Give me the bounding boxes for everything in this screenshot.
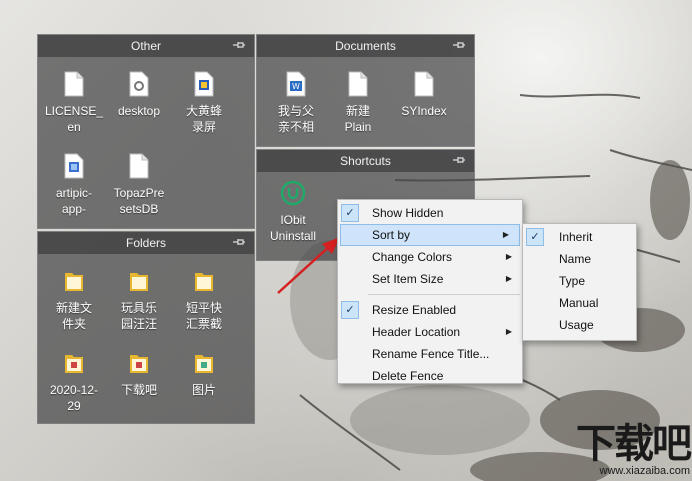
word-document-icon: W xyxy=(286,71,306,97)
submenu-item-inherit[interactable]: ✓ Inherit xyxy=(523,226,636,248)
desktop-item[interactable]: TopazPre setsDB xyxy=(108,153,170,217)
pin-icon[interactable] xyxy=(452,40,466,50)
fence-header[interactable]: Documents xyxy=(257,35,474,57)
menu-item-set-item-size[interactable]: Set Item Size ▶ xyxy=(338,268,522,290)
fence-folders[interactable]: Folders 新建文 件夹 玩具乐 园汪汪 短平快 汇票截 2020-12- … xyxy=(37,231,255,424)
submenu-item-label: Manual xyxy=(559,296,599,310)
text-file-icon xyxy=(129,153,149,179)
item-label: 我与父 亲不相 xyxy=(277,104,314,134)
desktop-item[interactable]: 2020-12- 29 xyxy=(43,350,105,414)
settings-file-icon xyxy=(129,71,149,97)
item-label: 大黄蜂 录屏 xyxy=(185,104,222,134)
desktop-item[interactable]: 玩具乐 园汪汪 xyxy=(108,268,170,334)
item-label: 图片 xyxy=(191,383,216,397)
item-label: 玩具乐 园汪汪 xyxy=(120,301,157,331)
chevron-right-icon: ▶ xyxy=(505,252,512,261)
check-icon: ✓ xyxy=(341,204,359,222)
text-file-icon xyxy=(64,71,84,97)
fence-documents[interactable]: Documents W 我与父 亲不相 新建 Plain SYIndex xyxy=(256,34,475,147)
item-label: 短平快 汇票截 xyxy=(185,301,222,331)
desktop-item[interactable]: 图片 xyxy=(173,350,235,398)
submenu-item-label: Name xyxy=(559,252,592,266)
text-file-icon xyxy=(348,71,368,97)
menu-item-resize-enabled[interactable]: ✓ Resize Enabled xyxy=(338,299,522,321)
desktop-item[interactable]: 短平快 汇票截 xyxy=(173,268,235,334)
chevron-right-icon: ▶ xyxy=(505,274,512,283)
submenu-item-manual[interactable]: Manual xyxy=(523,292,636,314)
item-label: SYIndex xyxy=(401,104,447,118)
text-file-icon xyxy=(414,71,434,97)
menu-item-change-colors[interactable]: Change Colors ▶ xyxy=(338,246,522,268)
submenu-item-label: Usage xyxy=(559,318,594,332)
menu-item-label: Set Item Size xyxy=(372,272,444,286)
submenu-item-usage[interactable]: Usage xyxy=(523,314,636,336)
menu-item-rename-fence-title[interactable]: Rename Fence Title... xyxy=(338,343,522,365)
folder-icon xyxy=(130,273,148,291)
menu-item-label: Delete Fence xyxy=(372,369,444,383)
desktop-item[interactable]: W 我与父 亲不相 xyxy=(265,71,327,137)
watermark-logo: 下载吧 www.xiazaiba.com xyxy=(576,421,692,477)
sort-submenu[interactable]: ✓ Inherit Name Type Manual Usage xyxy=(522,223,637,341)
item-label: 新建 Plain xyxy=(344,104,372,134)
item-label: 2020-12- 29 xyxy=(49,383,99,413)
desktop-item[interactable]: 下载吧 xyxy=(108,350,170,398)
menu-item-header-location[interactable]: Header Location ▶ xyxy=(338,321,522,343)
pin-icon[interactable] xyxy=(452,155,466,165)
desktop-item[interactable]: SYIndex xyxy=(393,71,455,119)
menu-item-label: Header Location xyxy=(372,325,461,339)
desktop-item[interactable]: artipic- app- xyxy=(43,153,105,217)
fence-other[interactable]: Other LICENSE_ en desktop 大黄蜂 录屏 artipic… xyxy=(37,34,255,229)
app-shortcut-icon xyxy=(194,71,214,97)
desktop-item[interactable]: 新建文 件夹 xyxy=(43,268,105,332)
folder-icon xyxy=(130,355,148,373)
item-label: LICENSE_ en xyxy=(44,104,104,134)
svg-text:W: W xyxy=(292,82,300,91)
check-icon: ✓ xyxy=(341,301,359,319)
submenu-item-label: Type xyxy=(559,274,586,288)
item-label: desktop xyxy=(117,104,161,118)
folder-icon xyxy=(65,355,83,373)
menu-separator xyxy=(368,294,520,295)
menu-item-show-hidden[interactable]: ✓ Show Hidden xyxy=(338,202,522,224)
context-menu[interactable]: ✓ Show Hidden Sort by ▶ Change Colors ▶ … xyxy=(337,199,523,384)
fence-title: Other xyxy=(130,39,161,53)
iobit-uninstaller-icon xyxy=(280,180,306,206)
chevron-right-icon: ▶ xyxy=(502,230,509,239)
item-label: artipic- app- xyxy=(55,186,92,216)
desktop-item[interactable]: desktop xyxy=(108,71,170,119)
fence-title: Documents xyxy=(335,39,396,53)
menu-item-label: Show Hidden xyxy=(372,206,444,220)
desktop-item[interactable]: LICENSE_ en xyxy=(43,71,105,135)
item-label: TopazPre setsDB xyxy=(113,186,165,216)
submenu-item-label: Inherit xyxy=(559,230,593,244)
submenu-item-type[interactable]: Type xyxy=(523,270,636,292)
item-label: 新建文 件夹 xyxy=(55,301,92,331)
desktop-item[interactable]: 新建 Plain xyxy=(327,71,389,135)
item-label: 下载吧 xyxy=(120,383,157,397)
menu-item-label: Rename Fence Title... xyxy=(372,347,490,361)
fence-header[interactable]: Shortcuts xyxy=(257,150,474,172)
menu-item-label: Change Colors xyxy=(372,250,453,264)
app-shortcut-icon xyxy=(64,153,84,179)
desktop-item[interactable]: 大黄蜂 录屏 xyxy=(173,71,235,135)
menu-item-label: Sort by xyxy=(372,228,411,242)
menu-item-label: Resize Enabled xyxy=(372,303,457,317)
menu-item-delete-fence[interactable]: Delete Fence xyxy=(338,365,522,387)
fence-header[interactable]: Folders xyxy=(38,232,254,254)
pin-icon[interactable] xyxy=(232,40,246,50)
folder-icon xyxy=(195,355,213,373)
folder-icon xyxy=(195,273,213,291)
fence-title: Shortcuts xyxy=(340,154,391,168)
fence-header[interactable]: Other xyxy=(38,35,254,57)
fence-title: Folders xyxy=(125,236,166,250)
submenu-item-name[interactable]: Name xyxy=(523,248,636,270)
check-icon: ✓ xyxy=(526,228,544,246)
chevron-right-icon: ▶ xyxy=(505,327,512,336)
menu-item-sort-by[interactable]: Sort by ▶ xyxy=(340,224,520,246)
folder-icon xyxy=(65,273,83,291)
watermark-brand: 下载吧 xyxy=(576,421,692,467)
pin-icon[interactable] xyxy=(232,237,246,247)
